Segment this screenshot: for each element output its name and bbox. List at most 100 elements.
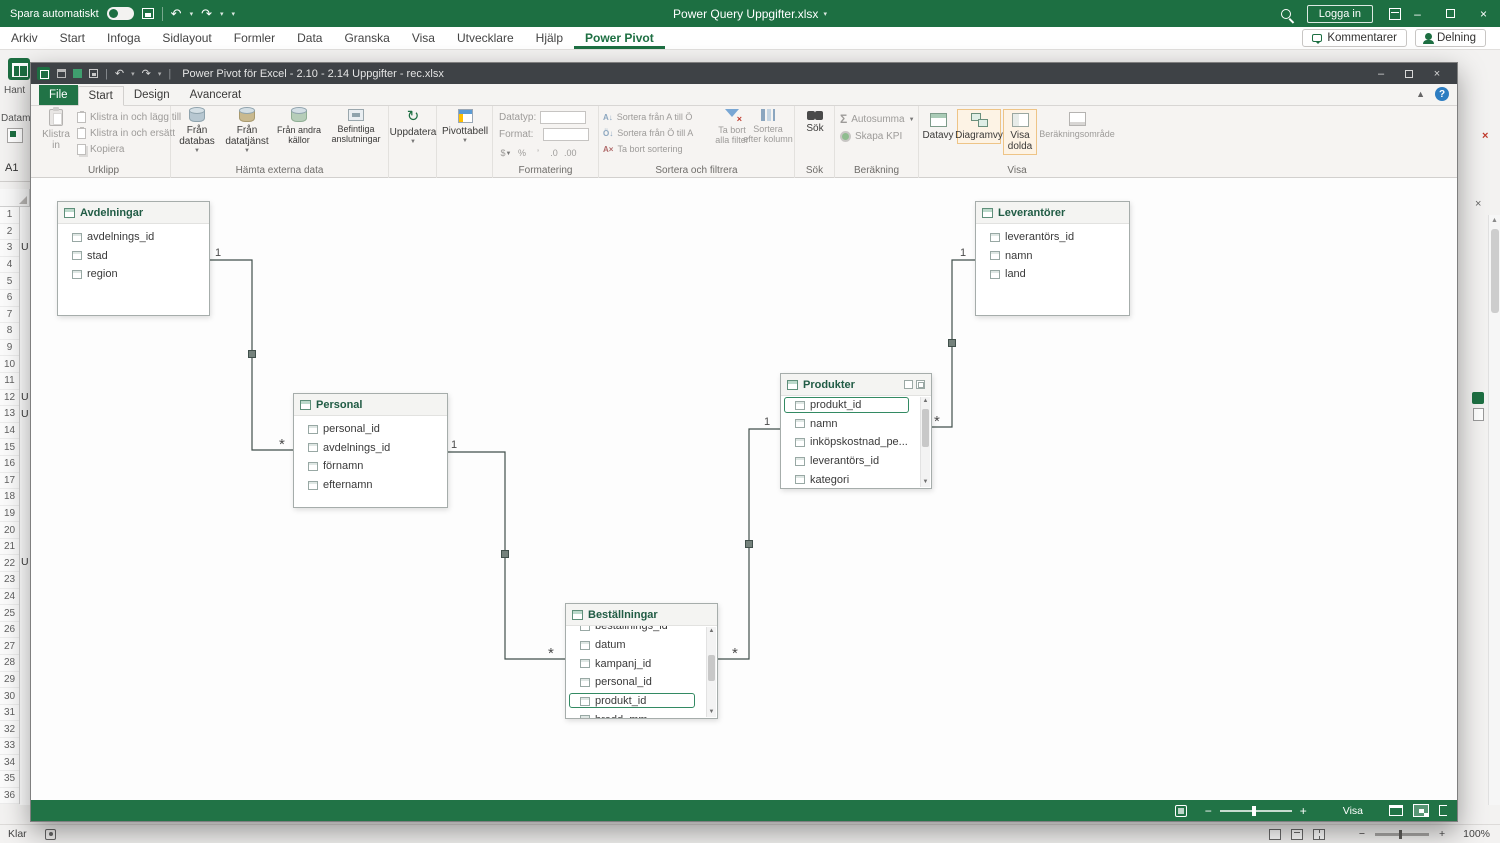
field-row[interactable]: personal_id	[566, 673, 707, 692]
field-row[interactable]: förnamn	[294, 457, 447, 476]
autosave-toggle[interactable]	[106, 7, 134, 20]
datatype-dropdown[interactable]: Datatyp:	[499, 111, 587, 124]
row-header[interactable]: 36	[0, 788, 19, 805]
row-header[interactable]: 2	[0, 224, 19, 241]
row-header[interactable]: 3	[0, 240, 19, 257]
field-row[interactable]: leverantörs_id	[781, 452, 921, 471]
field-row[interactable]: kampanj_id	[566, 655, 707, 674]
redo-caret-icon[interactable]: ▾	[220, 10, 224, 18]
row-header[interactable]: 10	[0, 356, 19, 373]
field-row[interactable]: stad	[58, 247, 209, 266]
scroll-up-icon[interactable]: ▲	[707, 627, 716, 636]
from-data-service-button[interactable]: Från datatjänst ▼	[223, 107, 271, 155]
clear-sort-button[interactable]: A× Ta bort sortering	[603, 144, 682, 154]
tab-data[interactable]: Data	[286, 27, 333, 49]
field-row[interactable]: namn	[976, 247, 1129, 266]
tab-hjalp[interactable]: Hjälp	[525, 27, 574, 49]
zoom-in-icon[interactable]: +	[1300, 804, 1307, 818]
field-row[interactable]: region	[58, 265, 209, 284]
row-header[interactable]: 16	[0, 456, 19, 473]
row-header[interactable]: 18	[0, 489, 19, 506]
row-header[interactable]: 17	[0, 473, 19, 490]
tab-infoga[interactable]: Infoga	[96, 27, 151, 49]
clipped-field-row[interactable]: beställnings_id	[566, 626, 707, 636]
thousands-separator-button[interactable]: ’	[531, 146, 545, 160]
diagram-zoom-thumb[interactable]	[1251, 805, 1256, 816]
redo-caret-icon[interactable]: ▾	[158, 70, 162, 78]
diagram-table-avdelningar[interactable]: Avdelningar avdelnings_id stad region	[57, 201, 210, 316]
document-title[interactable]: Power Query Uppgifter.xlsx ▾	[600, 0, 900, 27]
pane-close-icon[interactable]: ×	[1475, 198, 1481, 210]
search-icon[interactable]	[1280, 8, 1291, 19]
pp-minimize-button[interactable]: –	[1367, 63, 1395, 84]
refresh-button[interactable]: ↻ Uppdatera ▼	[390, 109, 437, 146]
table-scrollbar[interactable]: ▲ ▼	[920, 397, 930, 487]
field-row[interactable]: datum	[566, 636, 707, 655]
diagram-view-switch-icon[interactable]	[1413, 804, 1429, 817]
pp-close-button[interactable]: ×	[1423, 63, 1451, 84]
from-other-sources-button[interactable]: Från andra källor	[273, 107, 325, 145]
row-header[interactable]: 26	[0, 622, 19, 639]
row-header[interactable]: 21	[0, 539, 19, 556]
qat-customize-caret-icon[interactable]: ▾	[232, 10, 236, 18]
row-header[interactable]: 9	[0, 340, 19, 357]
pp-maximize-button[interactable]	[1395, 63, 1423, 84]
maximize-button[interactable]	[1434, 0, 1467, 27]
sort-za-button[interactable]: Ö↓ Sortera från Ö till A	[603, 128, 693, 138]
scrollbar-thumb[interactable]	[708, 655, 715, 681]
field-row[interactable]: kategori	[781, 470, 921, 488]
tab-formler[interactable]: Formler	[223, 27, 286, 49]
from-database-button[interactable]: Från databas ▼	[175, 107, 219, 155]
page-layout-view-icon[interactable]	[1290, 828, 1303, 840]
copy-button[interactable]: Kopiera	[77, 144, 124, 155]
row-header[interactable]: 22	[0, 555, 19, 573]
field-row[interactable]: bredd_mm	[566, 710, 707, 718]
scroll-down-icon[interactable]: ▼	[707, 708, 716, 717]
qat-grid-icon[interactable]	[57, 69, 66, 78]
tab-start[interactable]: Start	[49, 27, 96, 49]
row-header[interactable]: 28	[0, 655, 19, 672]
table-restore-icon[interactable]	[904, 380, 913, 389]
close-button[interactable]: ×	[1467, 0, 1500, 27]
vertical-scrollbar[interactable]: ▲	[1488, 215, 1500, 805]
diagram-table-leverantorer[interactable]: Leverantörer leverantörs_id namn land	[975, 201, 1130, 316]
field-row[interactable]: beställnings_id	[566, 626, 707, 636]
field-row[interactable]: inköpskostnad_pe...	[781, 433, 921, 452]
calculation-area-button[interactable]: Beräkningsområde	[1039, 112, 1115, 139]
row-header[interactable]: 6	[0, 290, 19, 307]
format-combo[interactable]	[543, 128, 590, 141]
row-header[interactable]: 12	[0, 390, 19, 407]
comments-button[interactable]: Kommentarer	[1302, 29, 1407, 47]
redo-icon[interactable]: ↷	[201, 7, 212, 20]
power-pivot-app-icon[interactable]	[37, 67, 50, 80]
row-header[interactable]: 23	[0, 572, 19, 589]
field-row-selected[interactable]: produkt_id	[781, 396, 921, 415]
row-header[interactable]: 20	[0, 522, 19, 539]
zoom-in-icon[interactable]: +	[1439, 828, 1445, 840]
pp-tab-design[interactable]: Design	[124, 85, 180, 105]
normal-view-icon[interactable]	[1268, 828, 1281, 840]
row-header[interactable]: 11	[0, 373, 19, 390]
login-button[interactable]: Logga in	[1306, 4, 1373, 23]
name-box[interactable]: A1	[5, 162, 30, 178]
row-header[interactable]: 29	[0, 672, 19, 689]
row-header[interactable]: 19	[0, 506, 19, 523]
zoom-out-icon[interactable]: −	[1205, 804, 1212, 818]
sort-az-button[interactable]: A↓ Sortera från A till Ö	[603, 112, 692, 122]
collapse-ribbon-icon[interactable]: ▲	[1416, 89, 1425, 99]
undo-icon[interactable]: ↶	[115, 67, 124, 80]
scroll-down-icon[interactable]: ▼	[921, 478, 930, 487]
title-caret-icon[interactable]: ▾	[823, 10, 827, 18]
ribbon-remove-icon[interactable]: ×	[1482, 130, 1488, 142]
qat-diagram-icon[interactable]	[73, 69, 82, 78]
scroll-up-icon[interactable]: ▲	[1489, 215, 1500, 227]
help-icon[interactable]: ?	[1435, 87, 1449, 101]
row-header[interactable]: 24	[0, 589, 19, 606]
zoom-out-icon[interactable]: −	[1359, 828, 1365, 840]
ribbon-mini-icon[interactable]	[7, 128, 23, 143]
sort-by-column-button[interactable]: Sortera efter kolumn	[743, 109, 793, 144]
diagram-zoom-slider[interactable]	[1219, 805, 1292, 816]
scroll-up-icon[interactable]: ▲	[921, 397, 930, 406]
data-view-button[interactable]: Datavy	[921, 109, 955, 144]
show-hidden-button[interactable]: Visa dolda	[1003, 109, 1037, 156]
